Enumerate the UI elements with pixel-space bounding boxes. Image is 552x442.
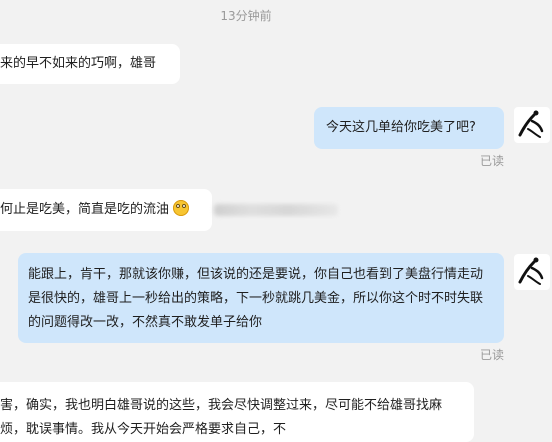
message-text: 能跟上，肯干，那就该你赚，但该说的还是要说，你自己也看到了美盘行情走动是很快的，… xyxy=(28,267,484,330)
message-timestamp: 13分钟前 xyxy=(220,9,272,23)
message-text: 何止是吃美，简直是吃的流油 xyxy=(0,202,170,217)
message-text: 害，确实，我也明白雄哥说的这些，我会尽快调整过来，尽可能不给雄哥找麻烦，耽误事情… xyxy=(0,398,443,437)
incoming-message-3[interactable]: 害，确实，我也明白雄哥说的这些，我会尽快调整过来，尽可能不给雄哥找麻烦，耽误事情… xyxy=(0,382,474,442)
incoming-message-2[interactable]: 何止是吃美，简直是吃的流油 xyxy=(0,189,212,231)
message-text: 今天这几单给你吃美了吧? xyxy=(326,120,476,135)
read-status: 已读 xyxy=(480,348,505,362)
outgoing-message-2[interactable]: 能跟上，肯干，那就该你赚，但该说的还是要说，你自己也看到了美盘行情走动是很快的，… xyxy=(18,253,504,343)
ink-figure-avatar-icon xyxy=(518,257,544,285)
avatar[interactable] xyxy=(514,107,550,143)
ink-figure-avatar-icon xyxy=(518,110,544,138)
outgoing-message-1[interactable]: 今天这几单给你吃美了吧? xyxy=(314,107,504,149)
avatar[interactable] xyxy=(514,254,550,290)
blurred-content xyxy=(214,204,338,216)
incoming-message-1[interactable]: 来的早不如来的巧啊，雄哥 xyxy=(0,44,180,84)
message-text: 来的早不如来的巧啊，雄哥 xyxy=(0,56,157,71)
read-status: 已读 xyxy=(480,154,505,168)
smile-emoji-icon xyxy=(173,200,190,216)
